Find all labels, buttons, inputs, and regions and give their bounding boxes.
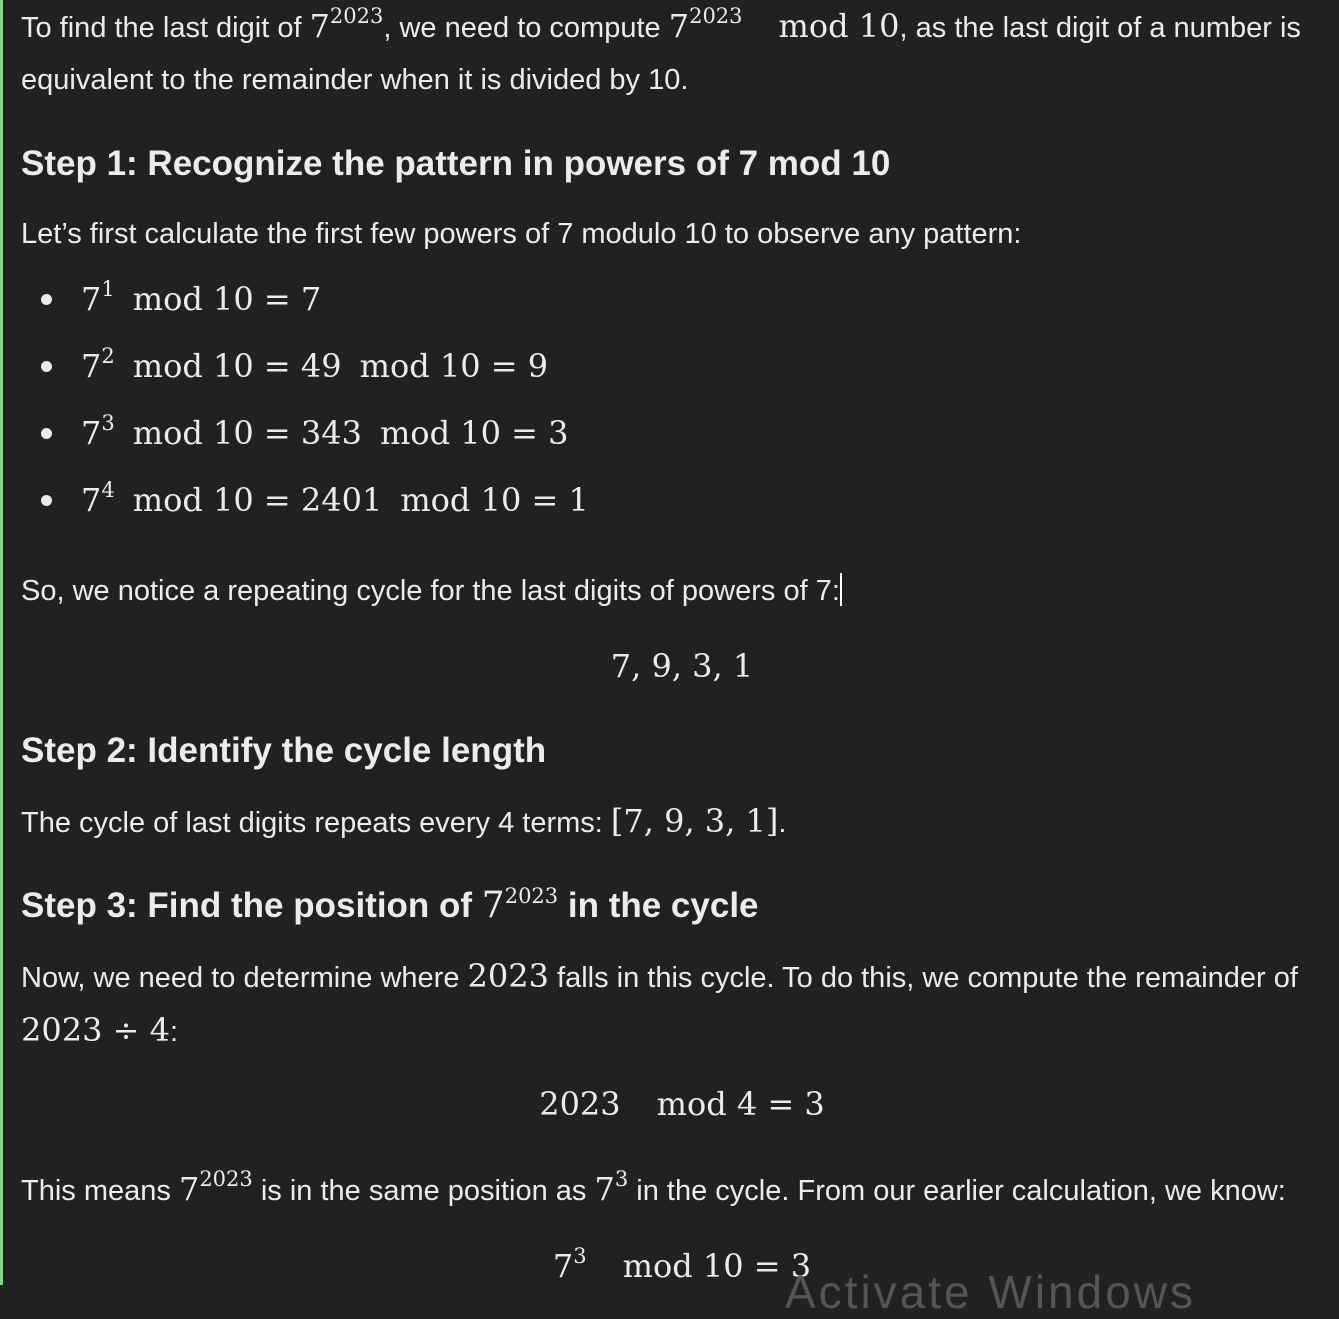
means-math-2: 73: [594, 1167, 629, 1209]
text-cursor: [839, 573, 842, 606]
left-accent-border: [0, 0, 3, 1285]
step2-label: The cycle of last digits repeats every 4…: [21, 807, 611, 839]
intro-text-line2: equivalent to the remainder when it is d…: [21, 64, 689, 96]
step3-heading-math: 72023: [481, 884, 559, 926]
power-expression: 73 mod 10 = 343 mod 10 = 3: [81, 411, 569, 453]
power-expression: 72 mod 10 = 49 mod 10 = 9: [81, 344, 549, 386]
step1-heading: Step 1: Recognize the pattern in powers …: [21, 144, 891, 183]
step2-heading: Step 2: Identify the cycle length: [21, 731, 547, 770]
cycle-display: 7, 9, 3, 1: [610, 647, 754, 685]
step3-text: Now, we need to determine where 2023 fal…: [21, 957, 1298, 1049]
intro-paragraph: To find the last digit of 72023, we need…: [21, 0, 1323, 106]
year-math: 2023: [467, 957, 549, 995]
bullet-icon: [41, 495, 52, 506]
intro-text-2: , we need to compute: [383, 12, 669, 44]
step1-text: Let’s first calculate the first few powe…: [21, 218, 1022, 250]
remainder-display: 2023 mod 4 = 3: [539, 1085, 825, 1123]
powers-list: 71 mod 10 = 7 72 mod 10 = 49 mod 10 = 9 73 m…: [21, 266, 921, 534]
power-expression: 74 mod 10 = 2401 mod 10 = 1: [81, 478, 589, 520]
step2-text: The cycle of last digits repeats every 4…: [21, 802, 787, 840]
activate-windows-watermark: Activate Windows: [785, 1266, 1197, 1318]
intro-text-1: To find the last digit of: [21, 12, 310, 44]
bullet-icon: [41, 428, 52, 439]
list-item: 72 mod 10 = 49 mod 10 = 9: [21, 333, 921, 400]
division-math: 2023 ÷ 4: [21, 1011, 170, 1049]
means-math-1: 72023: [178, 1167, 253, 1209]
bullet-icon: [41, 361, 52, 372]
bullet-icon: [41, 294, 52, 305]
intro-text-3: , as the last digit of a number is: [899, 12, 1301, 44]
intro-math-1: 72023: [309, 4, 384, 46]
list-item: 74 mod 10 = 2401 mod 10 = 1: [21, 467, 921, 534]
list-item: 73 mod 10 = 343 mod 10 = 3: [21, 400, 921, 467]
cycle-notice-text[interactable]: So, we notice a repeating cycle for the …: [21, 565, 842, 617]
cycle-notice-label: So, we notice a repeating cycle for the …: [21, 575, 840, 607]
intro-math-2: 72023 mod 10: [668, 4, 900, 46]
list-item: 71 mod 10 = 7: [21, 266, 921, 333]
cycle-inline: [7, 9, 3, 1]: [610, 802, 779, 840]
means-text: This means 72023 is in the same position…: [21, 1167, 1286, 1209]
power-expression: 71 mod 10 = 7: [81, 277, 322, 319]
step3-heading: Step 3: Find the position of 72023 in th…: [21, 884, 759, 926]
